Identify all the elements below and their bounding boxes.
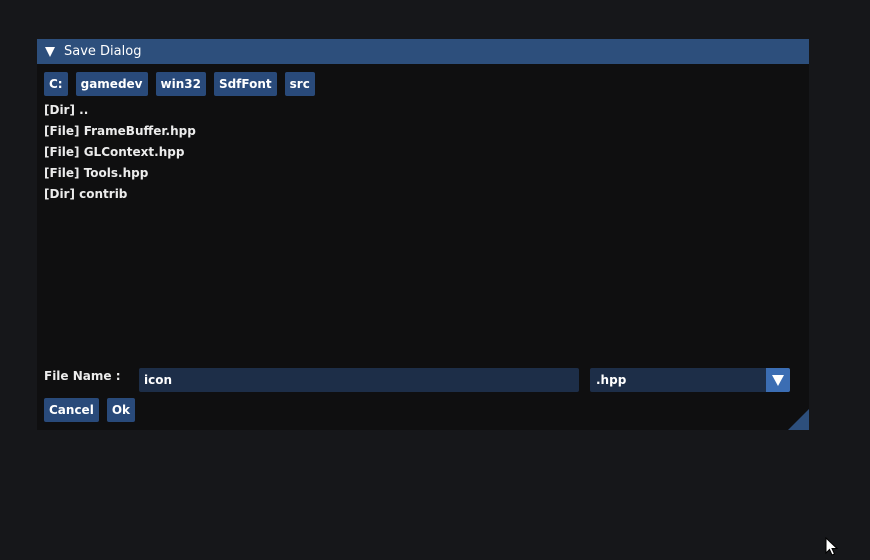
resize-grip-icon[interactable]: [788, 409, 809, 430]
breadcrumb-item-src[interactable]: src: [284, 72, 315, 96]
list-item-file[interactable]: [File] FrameBuffer.hpp: [44, 121, 802, 142]
breadcrumb-item-gamedev[interactable]: gamedev: [75, 72, 148, 96]
filename-label: File Name :: [44, 369, 121, 383]
mouse-cursor-icon: [825, 537, 839, 556]
list-item-file[interactable]: [File] GLContext.hpp: [44, 142, 802, 163]
file-type-selected: .hpp: [596, 373, 627, 387]
ok-button[interactable]: Ok: [106, 398, 135, 422]
window-titlebar[interactable]: Save Dialog: [37, 39, 809, 64]
breadcrumb-item-drive[interactable]: C:: [44, 72, 68, 96]
chevron-down-icon: [772, 375, 784, 386]
cancel-button[interactable]: Cancel: [44, 398, 99, 422]
file-list: [Dir] .. [File] FrameBuffer.hpp [File] G…: [44, 100, 802, 360]
collapse-triangle-icon[interactable]: [45, 47, 55, 57]
breadcrumb: C: gamedev win32 SdfFont src: [44, 72, 315, 96]
dropdown-arrow-button[interactable]: [766, 368, 790, 392]
save-dialog-window: Save Dialog C: gamedev win32 SdfFont src…: [37, 39, 809, 430]
breadcrumb-item-win32[interactable]: win32: [155, 72, 206, 96]
dialog-button-row: Cancel Ok: [44, 398, 135, 422]
filename-input[interactable]: [139, 368, 579, 392]
list-item-parent-dir[interactable]: [Dir] ..: [44, 100, 802, 121]
list-item-file[interactable]: [File] Tools.hpp: [44, 163, 802, 184]
window-title: Save Dialog: [64, 44, 142, 59]
list-item-dir[interactable]: [Dir] contrib: [44, 184, 802, 205]
file-type-dropdown[interactable]: .hpp: [590, 368, 790, 392]
breadcrumb-item-sdffont[interactable]: SdfFont: [213, 72, 277, 96]
